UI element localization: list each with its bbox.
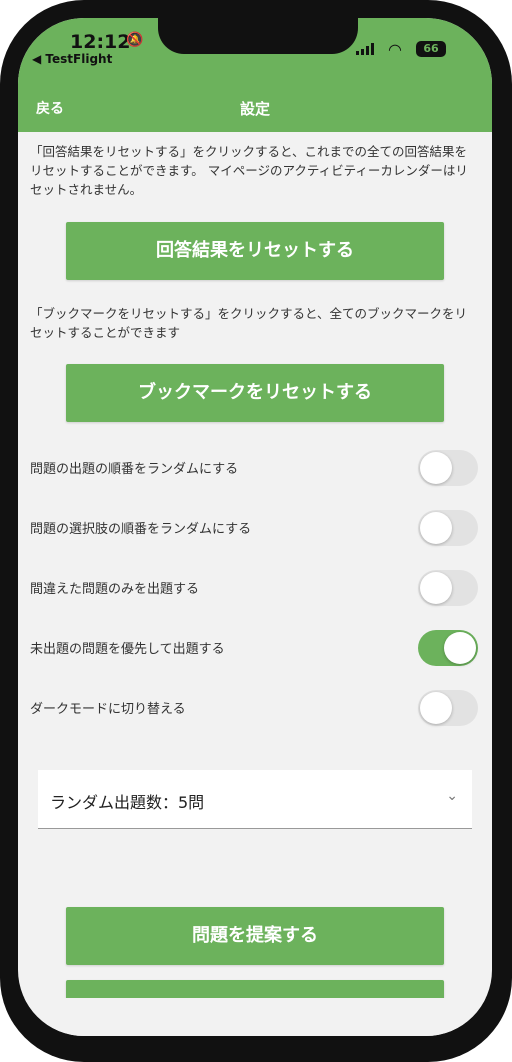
toggle-row-dark-mode: ダークモードに切り替える <box>18 688 492 728</box>
switch-knob <box>420 452 452 484</box>
toggle-label: 間違えた問題のみを出題する <box>30 582 200 597</box>
switch-knob <box>420 572 452 604</box>
chevron-down-icon: ⌄ <box>446 788 458 804</box>
random-choices-switch[interactable] <box>418 510 478 546</box>
phone-frame: 12:12 🔕 ◀ TestFlight ◠ 66 戻る 設定 「回答結果をリセ… <box>0 0 512 1062</box>
toggle-row-random-choices: 問題の選択肢の順番をランダムにする <box>18 508 492 548</box>
reset-answers-button[interactable]: 回答結果をリセットする <box>66 222 444 280</box>
switch-knob <box>444 632 476 664</box>
random-order-switch[interactable] <box>418 450 478 486</box>
dark-mode-switch[interactable] <box>418 690 478 726</box>
settings-content: 「回答結果をリセットする」をクリックすると、これまでの全ての回答結果をリセットす… <box>18 132 492 1028</box>
back-to-app-link[interactable]: ◀ TestFlight <box>32 52 112 66</box>
status-time: 12:12 <box>70 31 131 53</box>
random-count-select[interactable]: ランダム出題数：5問 ⌄ <box>38 770 472 829</box>
toggle-label: 問題の選択肢の順番をランダムにする <box>30 522 252 537</box>
reset-answers-description: 「回答結果をリセットする」をクリックすると、これまでの全ての回答結果をリセットす… <box>30 144 468 197</box>
bottom-safe-area <box>18 998 492 1036</box>
wrong-only-switch[interactable] <box>418 570 478 606</box>
select-value: ランダム出題数：5問 <box>50 793 205 812</box>
toggle-row-random-order: 問題の出題の順番をランダムにする <box>18 448 492 488</box>
reset-bookmarks-description: 「ブックマークをリセットする」をクリックすると、全てのブックマークをリセットする… <box>30 306 468 340</box>
notch <box>158 18 358 54</box>
switch-knob <box>420 512 452 544</box>
toggle-label: 問題の出題の順番をランダムにする <box>30 462 239 477</box>
battery-icon: 66 <box>416 41 446 57</box>
unanswered-first-switch[interactable] <box>418 630 478 666</box>
app-screen: 12:12 🔕 ◀ TestFlight ◠ 66 戻る 設定 「回答結果をリセ… <box>18 18 492 1036</box>
switch-knob <box>420 692 452 724</box>
toggle-row-wrong-only: 間違えた問題のみを出題する <box>18 568 492 608</box>
toggle-label: 未出題の問題を優先して出題する <box>30 642 225 657</box>
toggle-row-unanswered-first: 未出題の問題を優先して出題する <box>18 628 492 668</box>
page-title: 設定 <box>239 100 270 118</box>
bell-off-icon: 🔕 <box>126 32 144 48</box>
reset-bookmarks-button[interactable]: ブックマークをリセットする <box>66 364 444 422</box>
suggest-question-button[interactable]: 問題を提案する <box>66 907 444 965</box>
nav-header: 戻る 設定 <box>18 98 492 132</box>
wifi-icon: ◠ <box>388 40 402 59</box>
signal-icon <box>356 43 374 55</box>
toggle-label: ダークモードに切り替える <box>30 702 186 717</box>
